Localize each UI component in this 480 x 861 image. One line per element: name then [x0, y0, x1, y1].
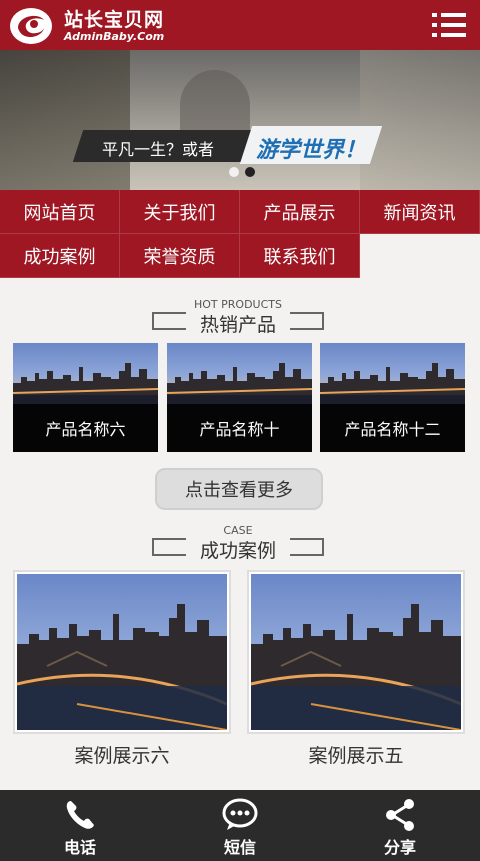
share-icon [382, 798, 418, 832]
site-header: 站长宝贝网 AdminBaby.Com [0, 0, 480, 50]
banner-slogan-part1: 平凡一生？或者 [102, 140, 215, 159]
product-image [13, 343, 158, 413]
hot-products-heading: HOT PRODUCTS 热销产品 [152, 298, 324, 338]
sms-label: 短信 [223, 838, 256, 857]
product-name: 产品名称十二 [320, 404, 465, 452]
view-more-button[interactable]: 点击查看更多 [155, 468, 323, 510]
share-label: 分享 [383, 838, 416, 857]
site-logo[interactable]: 站长宝贝网 AdminBaby.Com [8, 6, 164, 46]
hamburger-menu-icon[interactable] [432, 12, 466, 38]
case-name[interactable]: 案例展示六 [13, 741, 231, 768]
banner-photo-right [360, 50, 480, 190]
share-button[interactable]: 分享 [320, 790, 480, 861]
case-image [17, 574, 227, 730]
product-name: 产品名称六 [13, 404, 158, 452]
nav-item-cases[interactable]: 成功案例 [0, 234, 120, 278]
case-card[interactable] [247, 570, 465, 734]
logo-title: 站长宝贝网 [64, 8, 165, 31]
phone-icon [62, 798, 98, 832]
banner-dot-1[interactable] [229, 167, 239, 177]
case-image [251, 574, 461, 730]
chat-bubble-icon [222, 798, 258, 832]
logo-mark-icon [8, 6, 54, 46]
bottom-action-bar: 电话 短信 分享 [0, 790, 480, 861]
cases-heading: CASE 成功案例 [152, 524, 324, 564]
case-card[interactable] [13, 570, 231, 734]
sms-button[interactable]: 短信 [160, 790, 320, 861]
hero-banner[interactable]: 平凡一生？或者 游学世界！ [0, 50, 480, 190]
hot-products-title-cn: 热销产品 [199, 314, 276, 336]
nav-item-products[interactable]: 产品展示 [240, 190, 360, 234]
nav-item-contact[interactable]: 联系我们 [240, 234, 360, 278]
case-name[interactable]: 案例展示五 [247, 741, 465, 768]
call-label: 电话 [63, 838, 96, 857]
nav-item-news[interactable]: 新闻资讯 [360, 190, 480, 234]
nav-item-honors[interactable]: 荣誉资质 [120, 234, 240, 278]
nav-item-home[interactable]: 网站首页 [0, 190, 120, 234]
product-card[interactable]: 产品名称十 [167, 343, 312, 452]
cases-title-cn: 成功案例 [199, 540, 276, 562]
banner-slogan-part2: 游学世界！ [256, 138, 367, 163]
banner-dot-2[interactable] [245, 167, 255, 177]
nav-item-about[interactable]: 关于我们 [120, 190, 240, 234]
product-name: 产品名称十 [167, 404, 312, 452]
banner-pagination [229, 167, 255, 177]
product-card[interactable]: 产品名称六 [13, 343, 158, 452]
product-image [167, 343, 312, 413]
logo-subtitle: AdminBaby.Com [64, 29, 165, 43]
banner-slogan: 平凡一生？或者 游学世界！ [72, 126, 383, 166]
call-button[interactable]: 电话 [0, 790, 160, 861]
product-image [320, 343, 465, 413]
banner-photo-left [0, 50, 130, 190]
product-card[interactable]: 产品名称十二 [320, 343, 465, 452]
